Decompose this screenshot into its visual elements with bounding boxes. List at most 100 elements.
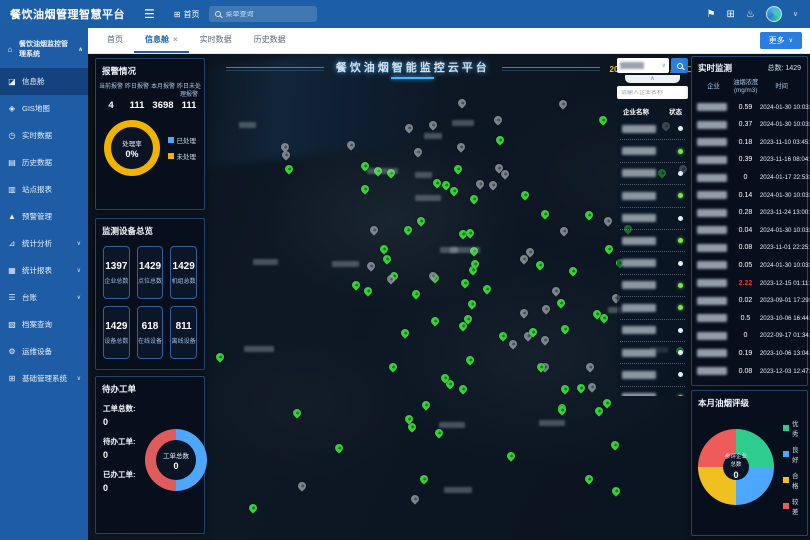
sidebar-item-统计分析[interactable]: ⊿统计分析∨ [0, 230, 88, 257]
sidebar-item-信息舱[interactable]: ◪信息舱 [0, 68, 88, 95]
legend-item-较差[interactable]: 较差 [783, 496, 802, 516]
map-marker[interactable] [410, 288, 421, 299]
map-marker[interactable] [559, 324, 570, 335]
map-marker[interactable] [603, 243, 614, 254]
map-marker[interactable] [403, 123, 414, 134]
realtime-row[interactable]: 0.022023-09-01 17:29:00 [692, 292, 807, 310]
realtime-row[interactable]: 0.192023-10-06 13:04:00 [692, 345, 807, 363]
rating-donut[interactable]: 参评企业总数 0 [698, 429, 774, 505]
map-marker[interactable] [602, 215, 613, 226]
map-marker[interactable] [508, 338, 519, 349]
sidebar-system-title[interactable]: ⌂ 餐饮油烟监控管理系统 ∧ [0, 28, 88, 68]
map-marker[interactable] [448, 185, 459, 196]
map-marker[interactable] [430, 316, 441, 327]
collapse-bar[interactable]: ∧ [625, 75, 680, 83]
tab-首页[interactable]: 首页 [96, 28, 134, 53]
enterprise-row[interactable] [620, 297, 685, 319]
map-marker[interactable] [345, 139, 356, 150]
enterprise-row[interactable] [620, 342, 685, 364]
map-marker[interactable] [594, 406, 605, 417]
map-marker[interactable] [418, 474, 429, 485]
device-stat-企业总数[interactable]: 1397企业总数 [103, 246, 130, 299]
map-marker[interactable] [583, 209, 594, 220]
map-marker[interactable] [291, 408, 302, 419]
enterprise-name-input[interactable] [621, 90, 684, 96]
map-marker[interactable] [597, 114, 608, 125]
map-marker[interactable] [350, 280, 361, 291]
sidebar-item-GIS地图[interactable]: ◈GIS地图 [0, 95, 88, 122]
map-marker[interactable] [459, 278, 470, 289]
map-marker[interactable] [519, 190, 530, 201]
map-marker[interactable] [518, 307, 529, 318]
tab-信息舱[interactable]: 信息舱× [134, 28, 189, 53]
enterprise-row[interactable] [620, 364, 685, 386]
map-marker[interactable] [475, 178, 486, 189]
enterprise-row[interactable] [620, 252, 685, 274]
sidebar-item-站点报表[interactable]: ▥站点报表 [0, 176, 88, 203]
badge-icon[interactable]: ⚑ [707, 9, 716, 20]
sidebar-item-台账[interactable]: ☰台账∨ [0, 284, 88, 311]
map-marker[interactable] [601, 398, 612, 409]
home-tab-chip[interactable]: ⊞ 首页 [174, 9, 200, 20]
realtime-row[interactable]: 0.052024-01-30 10:03:00 [692, 257, 807, 275]
realtime-row[interactable]: 2.222023-12-15 01:11:00 [692, 274, 807, 292]
map-marker[interactable] [558, 226, 569, 237]
map-marker[interactable] [297, 481, 308, 492]
map-marker[interactable] [541, 303, 552, 314]
realtime-row[interactable]: 0.282023-11-24 13:00:00 [692, 204, 807, 222]
map-marker[interactable] [283, 163, 294, 174]
map-marker[interactable] [540, 209, 551, 220]
map-marker[interactable] [402, 224, 413, 235]
sidebar-item-预警管理[interactable]: ▲预警管理 [0, 203, 88, 230]
map-marker[interactable] [505, 450, 516, 461]
map-marker[interactable] [400, 327, 411, 338]
realtime-row[interactable]: 0.142024-01-30 10:03:00 [692, 186, 807, 204]
map-marker[interactable] [457, 97, 468, 108]
realtime-row[interactable]: 0.592024-01-30 10:03:20 [692, 98, 807, 116]
realtime-row[interactable]: 02022-09-17 01:34:00 [692, 327, 807, 345]
realtime-row[interactable]: 0.392023-11-16 08:04:00 [692, 151, 807, 169]
menu-search-input[interactable] [225, 11, 311, 18]
avatar[interactable] [766, 6, 782, 22]
enterprise-row[interactable] [620, 320, 685, 342]
map-marker[interactable] [584, 361, 595, 372]
enterprise-dropdown[interactable]: ∨ [617, 58, 669, 73]
map-marker[interactable] [468, 194, 479, 205]
sidebar-item-历史数据[interactable]: ▤历史数据 [0, 149, 88, 176]
map-marker[interactable] [494, 135, 505, 146]
map-marker[interactable] [587, 382, 598, 393]
workorder-donut[interactable]: 工单总数 0 [145, 429, 207, 491]
map-marker[interactable] [214, 351, 225, 362]
enterprise-search-button[interactable] [671, 58, 688, 73]
legend-item-未处理[interactable]: 未处理 [168, 151, 197, 161]
enterprise-row[interactable] [620, 387, 685, 396]
process-rate-donut[interactable]: 处理率 0% [104, 120, 160, 176]
map-marker[interactable] [611, 485, 622, 496]
hamburger-icon[interactable]: ☰ [144, 7, 155, 21]
sidebar-item-运维设备[interactable]: ⚙运维设备 [0, 338, 88, 365]
tab-历史数据[interactable]: 历史数据 [243, 28, 297, 53]
map-marker[interactable] [558, 99, 569, 110]
map-marker[interactable] [488, 180, 499, 191]
legend-item-已处理[interactable]: 已处理 [168, 135, 197, 145]
map-marker[interactable] [359, 183, 370, 194]
map-marker[interactable] [428, 119, 439, 130]
map-marker[interactable] [368, 225, 379, 236]
more-button[interactable]: 更多 ∨ [760, 32, 802, 49]
map-marker[interactable] [583, 473, 594, 484]
enterprise-row[interactable] [620, 163, 685, 185]
realtime-row[interactable]: 0.042024-01-30 10:03:00 [692, 222, 807, 240]
device-stat-机组总数[interactable]: 1429机组总数 [170, 246, 197, 299]
map-marker[interactable] [609, 440, 620, 451]
realtime-row[interactable]: 0.082023-11-01 22:25:00 [692, 239, 807, 257]
realtime-row[interactable]: 0.372024-01-30 10:03:20 [692, 116, 807, 134]
tab-实时数据[interactable]: 实时数据 [189, 28, 243, 53]
legend-item-优秀[interactable]: 优秀 [783, 418, 802, 438]
map-marker[interactable] [535, 259, 546, 270]
realtime-row[interactable]: 0.182023-11-10 03:45:00 [692, 134, 807, 152]
map-marker[interactable] [416, 216, 427, 227]
map-marker[interactable] [465, 355, 476, 366]
enterprise-row[interactable] [620, 118, 685, 140]
legend-item-合格[interactable]: 合格 [783, 470, 802, 490]
map-marker[interactable] [247, 502, 258, 513]
